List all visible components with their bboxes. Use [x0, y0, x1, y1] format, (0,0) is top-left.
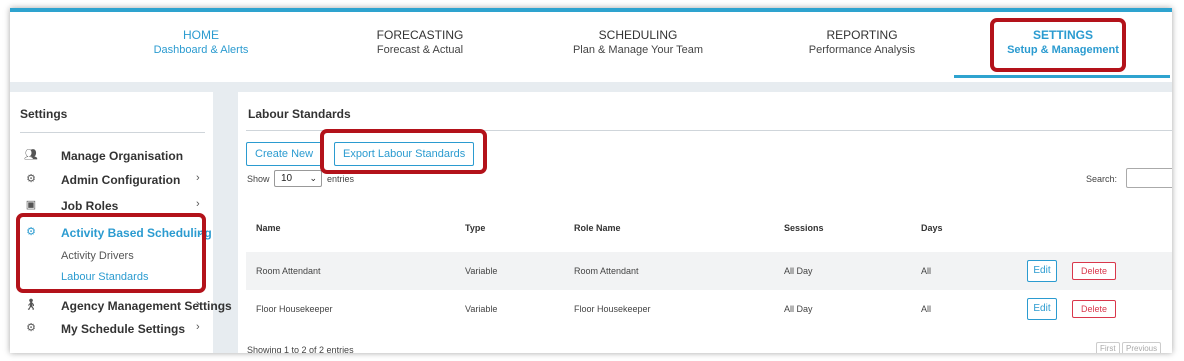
title-divider — [246, 130, 1172, 131]
page-size-select[interactable]: 10 ⌄ — [274, 170, 322, 187]
column-header-role-name[interactable]: Role Name — [574, 223, 621, 233]
entries-label: entries — [327, 174, 355, 184]
sidebar-item-label: Manage Organisation — [61, 149, 184, 163]
cell-type: Variable — [465, 304, 498, 314]
sidebar-item-admin-configuration[interactable]: ⚙︎ Admin Configuration › — [10, 169, 213, 191]
column-header-type[interactable]: Type — [465, 223, 485, 233]
table-row: Room Attendant Variable Room Attendant A… — [246, 252, 1172, 290]
nav-scheduling[interactable]: SCHEDULING Plan & Manage Your Team — [538, 28, 738, 58]
cell-days: All — [921, 304, 932, 314]
sidebar-title: Settings — [20, 107, 68, 121]
sidebar-item-label: Job Roles — [61, 199, 119, 213]
sidebar-item-my-schedule-settings[interactable]: ⚙︎ My Schedule Settings › — [10, 318, 213, 340]
search-input[interactable] — [1126, 168, 1172, 188]
nav-settings-title: SETTINGS — [1032, 28, 1093, 42]
cell-role-name: Room Attendant — [574, 266, 639, 276]
chevron-right-icon: › — [196, 298, 200, 310]
active-tab-underline — [954, 75, 1170, 78]
gear-icon: ⚙︎ — [26, 322, 36, 334]
gear-icon: ⚙︎ — [26, 226, 36, 238]
edit-button[interactable]: Edit — [1027, 298, 1057, 320]
pagination-previous-button[interactable]: Previous — [1122, 342, 1162, 353]
sidebar-item-activity-based-scheduling[interactable]: ⚙︎ Activity Based Scheduling ⌄ — [10, 222, 213, 244]
chevron-down-icon: ⌄ — [309, 173, 317, 183]
cell-sessions: All Day — [784, 304, 813, 314]
main-panel: Labour Standards Create New Export Labou… — [238, 92, 1172, 353]
show-label: Show — [247, 174, 270, 184]
chevron-right-icon: › — [196, 321, 200, 333]
sidebar-subitem-activity-drivers[interactable]: Activity Drivers — [61, 250, 134, 262]
sidebar-item-label: My Schedule Settings — [61, 322, 186, 336]
gear-icon: ⚙︎ — [26, 173, 36, 185]
delete-button[interactable]: Delete — [1072, 300, 1116, 318]
sidebar-item-agency-management-settings[interactable]: 🚶︎ Agency Management Settings › — [10, 295, 232, 317]
top-navigation: HOME Dashboard & Alerts FORECASTING Fore… — [10, 12, 1172, 82]
column-header-days[interactable]: Days — [921, 223, 943, 233]
nav-home-title: HOME — [183, 28, 219, 42]
users-icon: 👥︎ — [24, 149, 38, 161]
sidebar-item-label: Agency Management Settings — [61, 299, 232, 313]
export-labour-standards-button[interactable]: Export Labour Standards — [334, 142, 475, 166]
nav-forecasting[interactable]: FORECASTING Forecast & Actual — [320, 28, 520, 58]
page-size-value: 10 — [281, 173, 293, 184]
column-header-sessions[interactable]: Sessions — [784, 223, 824, 233]
nav-reporting-title: REPORTING — [826, 28, 898, 42]
sidebar-item-job-roles[interactable]: ▣ Job Roles › — [10, 195, 213, 217]
sidebar-item-manage-organisation[interactable]: 👥︎ Manage Organisation — [10, 145, 213, 167]
walking-person-icon: 🚶︎ — [24, 299, 38, 311]
edit-button[interactable]: Edit — [1027, 260, 1057, 282]
sidebar-subitem-labour-standards[interactable]: Labour Standards — [61, 271, 148, 283]
nav-forecasting-subtitle: Forecast & Actual — [376, 44, 464, 56]
nav-forecasting-title: FORECASTING — [376, 28, 464, 42]
delete-button[interactable]: Delete — [1072, 262, 1116, 280]
pagination-first-button[interactable]: First — [1096, 342, 1120, 353]
nav-settings-subtitle: Setup & Management — [1007, 44, 1119, 56]
sidebar-item-label: Admin Configuration — [61, 173, 181, 187]
search-label: Search: — [1086, 174, 1118, 184]
nav-reporting[interactable]: REPORTING Performance Analysis — [762, 28, 962, 58]
chevron-down-icon: ⌄ — [196, 226, 206, 238]
cell-days: All — [921, 266, 932, 276]
sidebar-item-label: Activity Based Scheduling — [61, 226, 212, 240]
cell-name: Room Attendant — [256, 266, 321, 276]
sidebar-divider — [20, 132, 205, 133]
app-window: HOME Dashboard & Alerts FORECASTING Fore… — [10, 8, 1172, 353]
page-title: Labour Standards — [248, 107, 351, 121]
cell-role-name: Floor Housekeeper — [574, 304, 651, 314]
id-badge-icon: ▣ — [25, 199, 37, 211]
cell-sessions: All Day — [784, 266, 813, 276]
table-info-text: Showing 1 to 2 of 2 entries — [247, 345, 354, 353]
cell-name: Floor Housekeeper — [256, 304, 333, 314]
create-new-button[interactable]: Create New — [246, 142, 323, 166]
nav-home[interactable]: HOME Dashboard & Alerts — [101, 28, 301, 58]
column-header-name[interactable]: Name — [256, 223, 281, 233]
cell-type: Variable — [465, 266, 498, 276]
nav-scheduling-title: SCHEDULING — [598, 28, 678, 42]
settings-sidebar: Settings 👥︎ Manage Organisation ⚙︎ Admin… — [10, 92, 232, 353]
nav-reporting-subtitle: Performance Analysis — [808, 44, 916, 56]
chevron-right-icon: › — [196, 198, 200, 210]
table-row: Floor Housekeeper Variable Floor Houseke… — [246, 290, 1172, 328]
nav-scheduling-subtitle: Plan & Manage Your Team — [572, 44, 704, 56]
nav-home-subtitle: Dashboard & Alerts — [153, 44, 249, 56]
chevron-right-icon: › — [196, 172, 200, 184]
nav-settings[interactable]: SETTINGS Setup & Management — [963, 28, 1163, 58]
